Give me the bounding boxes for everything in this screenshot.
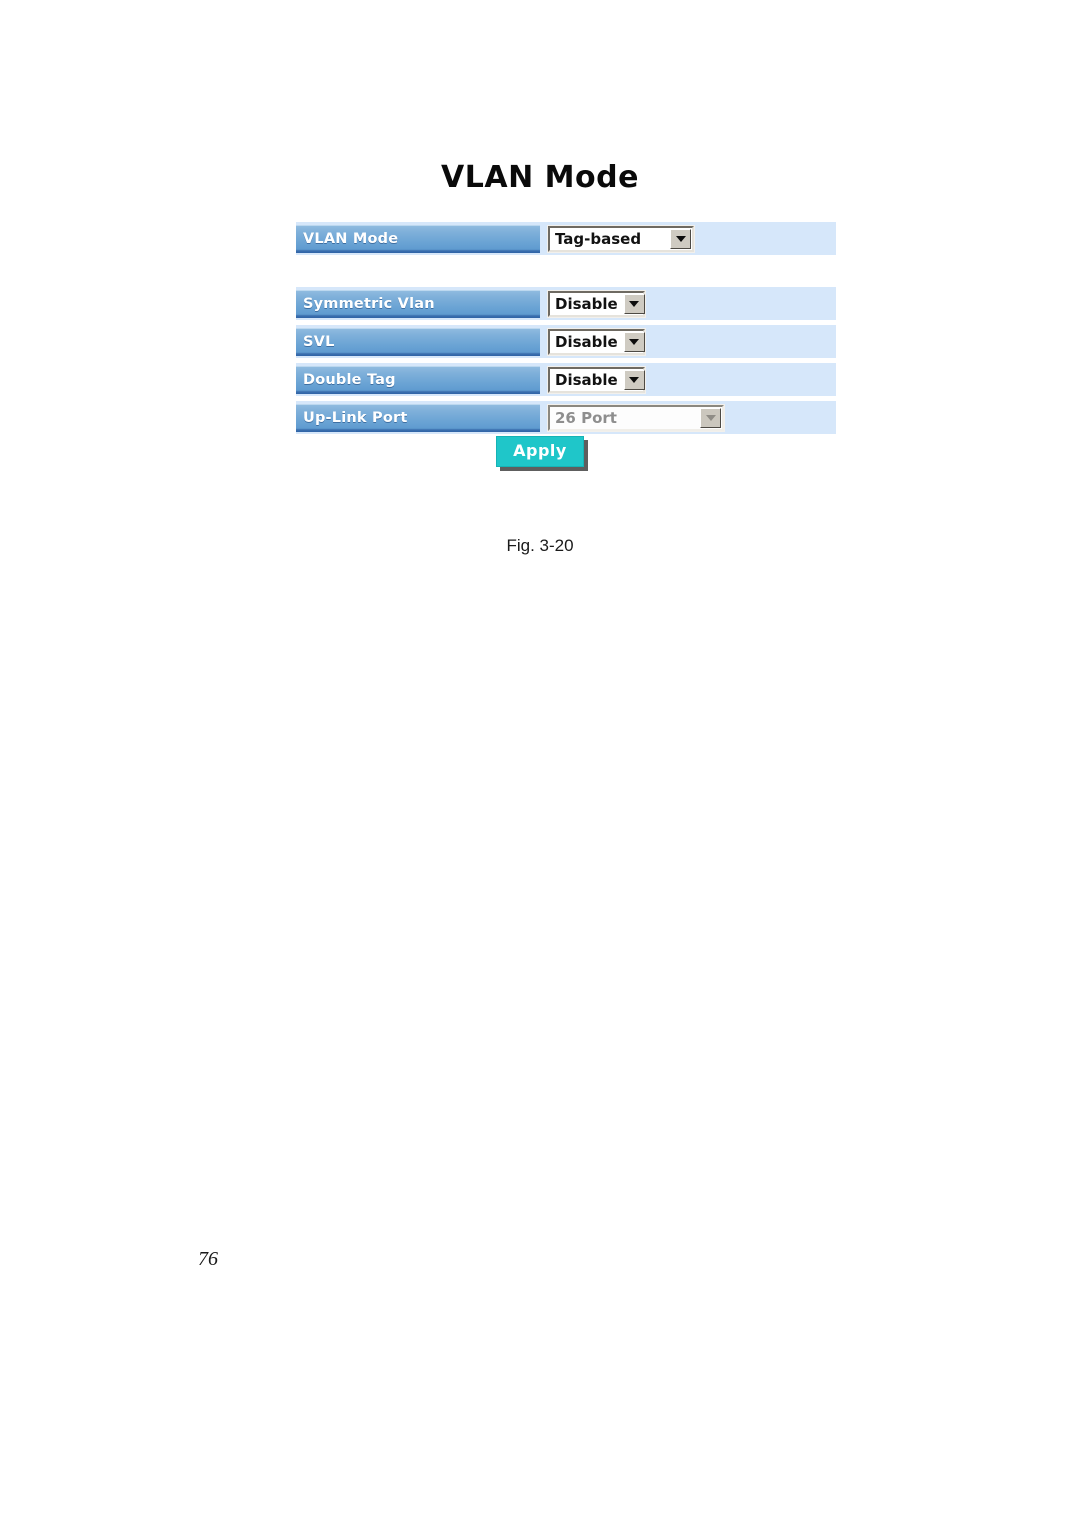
row-field-cell: Disable [544,363,836,396]
chevron-down-glyph [629,338,640,345]
svl-select-value: Disable [555,332,618,351]
table-row: Double Tag Disable [296,363,836,396]
row-label-cell: Symmetric Vlan [296,287,544,320]
chevron-down-glyph [629,300,640,307]
sidebar-item-label: VLAN Mode [296,224,540,253]
table-row: SVL Disable [296,325,836,358]
vlan-mode-select[interactable]: Tag-based [547,224,695,253]
chevron-down-icon[interactable] [670,228,691,249]
row-field-cell: Disable [544,287,836,320]
double-tag-select-value: Disable [555,370,618,389]
double-tag-label: Double Tag [296,365,540,394]
chevron-down-glyph [629,376,640,383]
chevron-down-icon[interactable] [623,331,645,352]
chevron-down-icon [700,407,721,428]
svl-label: SVL [296,327,540,356]
row-label-cell: VLAN Mode [296,222,544,255]
chevron-down-glyph [705,414,716,421]
svl-select[interactable]: Disable [547,327,646,356]
table-row: Symmetric Vlan Disable [296,287,836,320]
chevron-down-glyph [675,235,686,242]
vlan-mode-primary-table: VLAN Mode Tag-based [296,222,836,255]
row-field-cell: 26 Port [544,401,836,434]
vlan-mode-options-table: Symmetric Vlan Disable SVL Disable Doubl… [296,287,836,434]
up-link-port-select: 26 Port [547,403,725,432]
symmetric-vlan-select-value: Disable [555,294,618,313]
table-row: VLAN Mode Tag-based [296,222,836,255]
row-label-cell: SVL [296,325,544,358]
symmetric-vlan-label: Symmetric Vlan [296,289,540,318]
page-number: 76 [198,1248,218,1270]
row-label-cell: Double Tag [296,363,544,396]
double-tag-select[interactable]: Disable [547,365,646,394]
page-title: VLAN Mode [441,160,639,195]
row-field-cell: Disable [544,325,836,358]
vlan-mode-panel: VLAN Mode Tag-based Symmetric Vlan Disab… [296,222,836,434]
chevron-down-icon[interactable] [623,293,645,314]
figure-caption: Fig. 3-20 [506,536,574,555]
vlan-mode-select-value: Tag-based [555,229,642,248]
chevron-down-icon[interactable] [623,369,645,390]
apply-button[interactable]: Apply [496,436,584,467]
symmetric-vlan-select[interactable]: Disable [547,289,646,318]
row-field-cell: Tag-based [544,222,836,255]
row-label-cell: Up-Link Port [296,401,544,434]
apply-button-container: Apply [0,436,1080,467]
up-link-port-select-value: 26 Port [555,408,617,427]
up-link-port-label: Up-Link Port [296,403,540,432]
table-row: Up-Link Port 26 Port [296,401,836,434]
